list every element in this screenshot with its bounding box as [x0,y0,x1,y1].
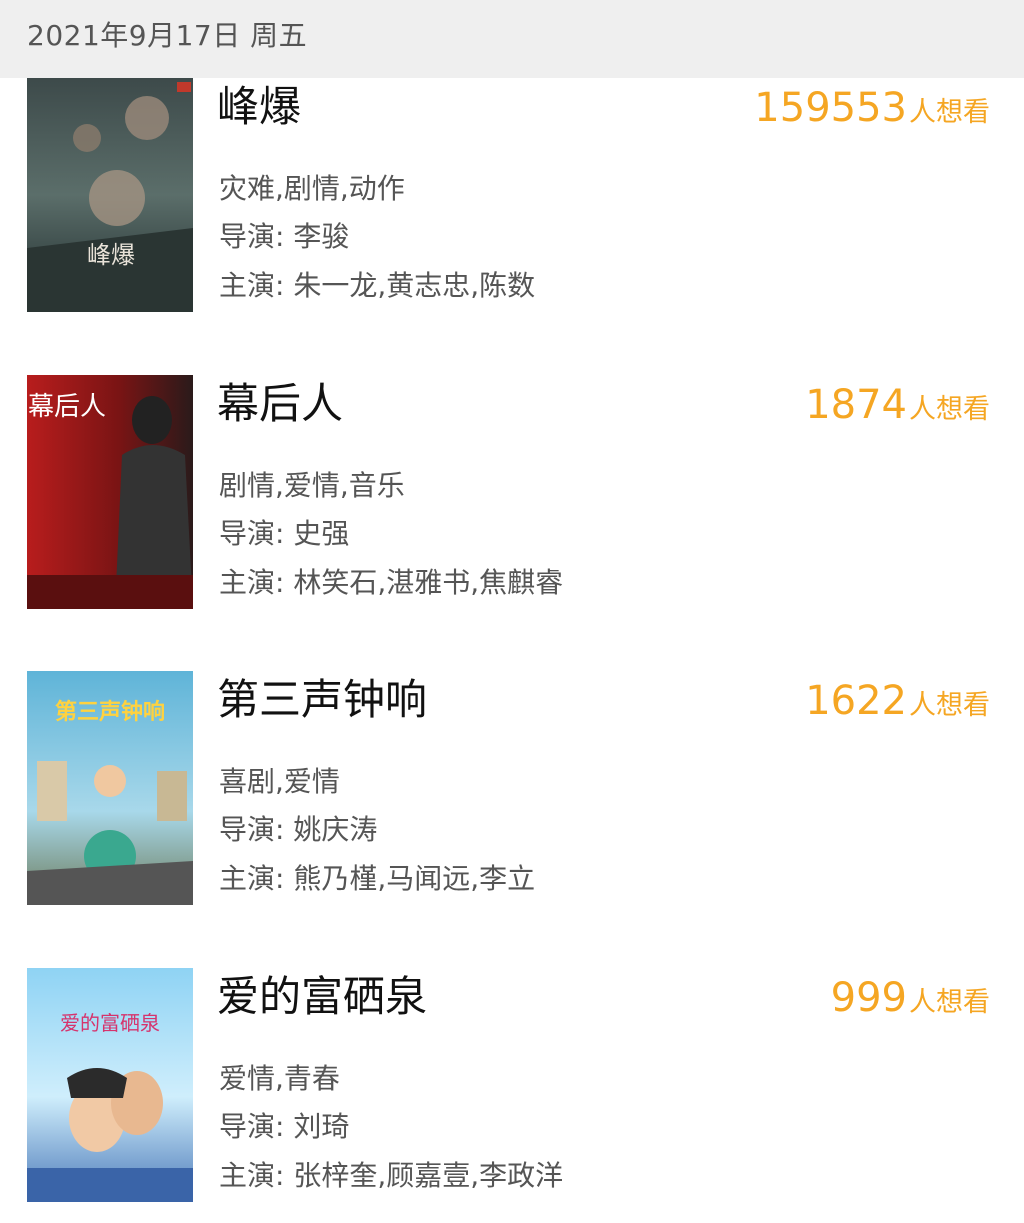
movie-genres: 灾难,剧情,动作 [219,172,405,205]
movie-title[interactable]: 爱的富硒泉 [217,976,427,1018]
movie-poster[interactable]: 幕后人 [27,375,193,609]
want-label: 人想看 [909,394,990,425]
movie-director: 导演: 史强 [219,517,350,550]
want-count: 159553 [754,85,907,131]
want-to-see: 159553 人想看 [754,88,990,129]
movie-cast: 主演: 张梓奎,顾嘉壹,李政洋 [219,1159,564,1192]
want-to-see: 1622 人想看 [805,681,990,722]
movie-genres: 喜剧,爱情 [219,765,340,798]
date-header: 2021年9月17日 周五 [0,0,1024,78]
movie-poster[interactable]: 第三声钟响 [27,671,193,905]
movie-poster[interactable]: 爱的富硒泉 [27,968,193,1202]
poster-title: 爱的富硒泉 [60,1011,160,1035]
movie-director: 导演: 李骏 [219,220,350,253]
want-count: 1622 [805,678,907,724]
movie-item[interactable]: 幕后人 幕后人 1874 人想看 剧情,爱情,音乐 导演: 史强 主演: 林笑石… [0,375,1024,611]
want-count: 999 [830,975,907,1021]
want-count: 1874 [805,382,907,428]
movie-director: 导演: 刘琦 [219,1110,350,1143]
poster-title: 幕后人 [28,392,106,422]
poster-title: 第三声钟响 [55,699,165,725]
movie-title[interactable]: 峰爆 [217,86,301,128]
movie-cast: 主演: 林笑石,湛雅书,焦麒睿 [219,566,564,599]
want-to-see: 1874 人想看 [805,385,990,426]
movie-cast: 主演: 熊乃槿,马闻远,李立 [219,862,536,895]
movie-poster[interactable]: 峰爆 [27,78,193,312]
movie-item[interactable]: 第三声钟响 第三声钟响 1622 人想看 喜剧,爱情 导演: 姚庆涛 主演: 熊… [0,671,1024,907]
movie-item[interactable]: 爱的富硒泉 爱的富硒泉 999 人想看 爱情,青春 导演: 刘琦 主演: 张梓奎… [0,968,1024,1204]
movie-genres: 爱情,青春 [219,1062,340,1095]
poster-title: 峰爆 [87,241,135,269]
want-label: 人想看 [909,97,990,128]
movie-item[interactable]: 峰爆 峰爆 159553 人想看 灾难,剧情,动作 导演: 李骏 主演: 朱一龙… [0,78,1024,314]
movie-title[interactable]: 幕后人 [217,383,343,425]
want-label: 人想看 [909,690,990,721]
want-to-see: 999 人想看 [831,978,990,1019]
movie-genres: 剧情,爱情,音乐 [219,469,405,502]
movie-title[interactable]: 第三声钟响 [217,679,427,721]
movie-list: 峰爆 峰爆 159553 人想看 灾难,剧情,动作 导演: 李骏 主演: 朱一龙… [0,0,1024,1223]
date-label: 2021年9月17日 周五 [27,19,308,52]
want-label: 人想看 [909,987,990,1018]
movie-director: 导演: 姚庆涛 [219,813,378,846]
movie-cast: 主演: 朱一龙,黄志忠,陈数 [219,269,536,302]
